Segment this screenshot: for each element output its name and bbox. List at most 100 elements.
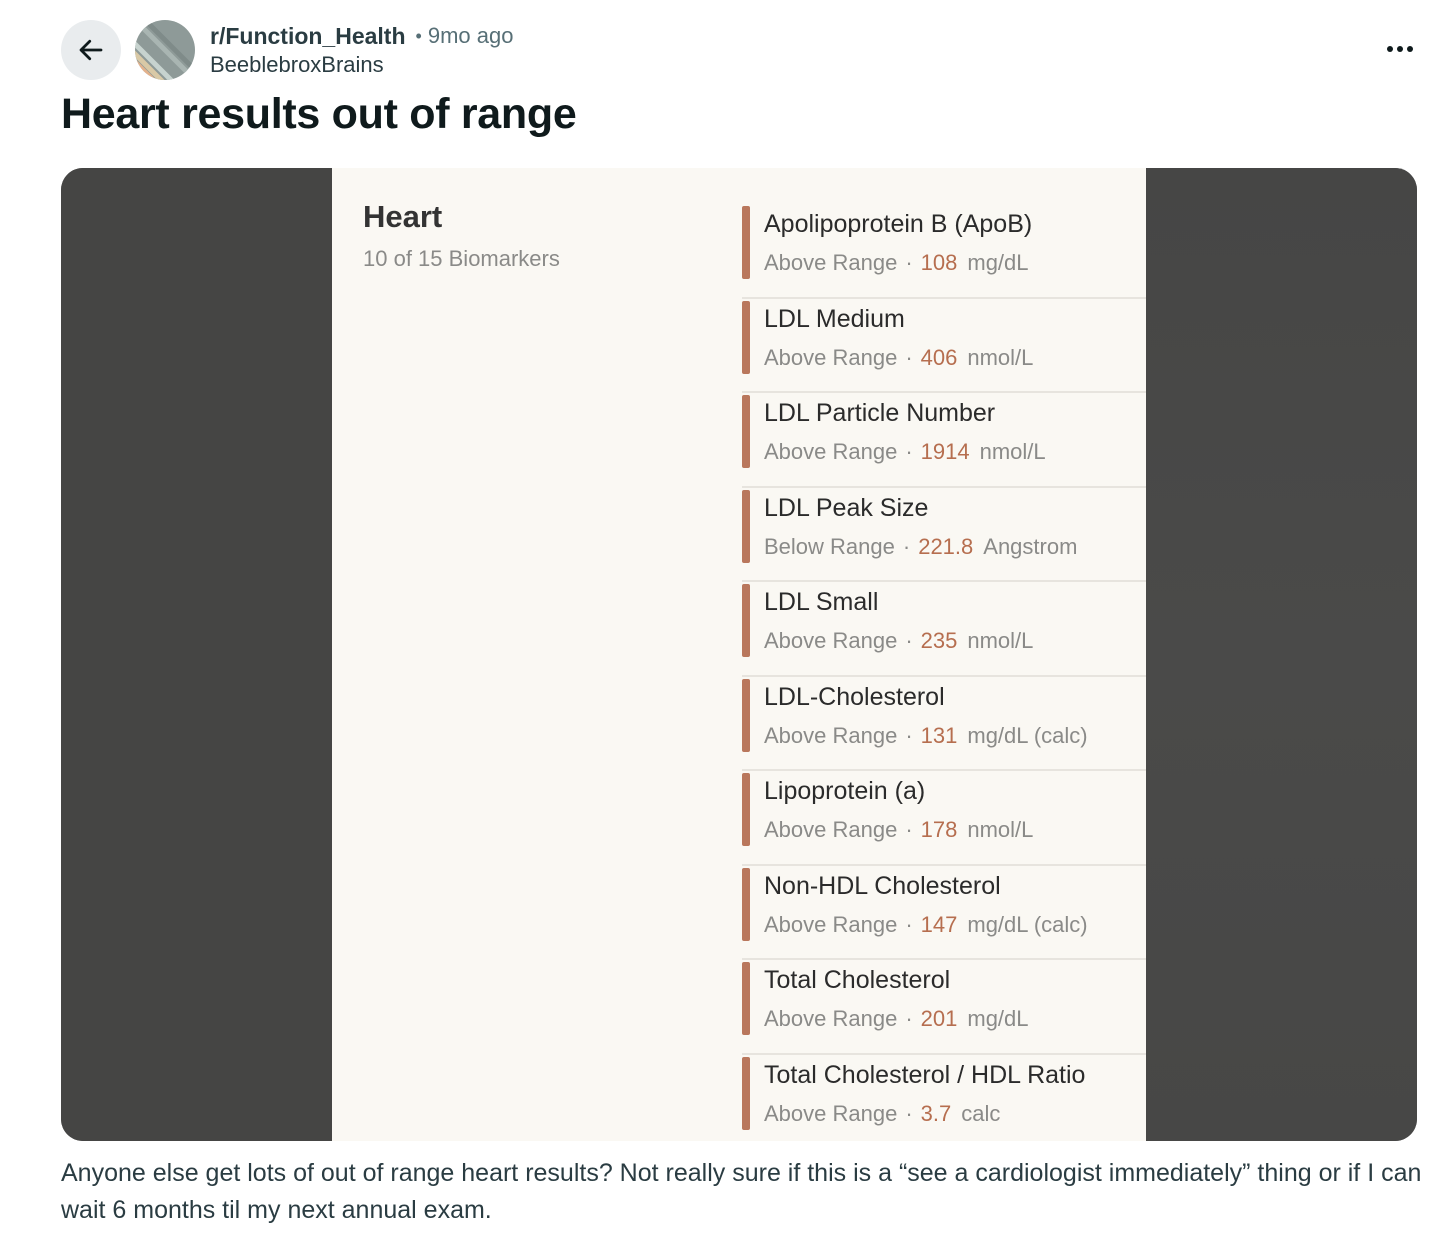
post-body: Anyone else get lots of out of range hea… bbox=[61, 1159, 1422, 1224]
subreddit-link[interactable]: r/Function_Health bbox=[210, 22, 406, 50]
dot-separator: · bbox=[905, 911, 913, 937]
biomarker-status: Above Range bbox=[764, 722, 898, 748]
biomarker-result: Above Range · 201 mg/dL bbox=[764, 1006, 1029, 1032]
status-bar bbox=[742, 489, 750, 563]
dot-separator: · bbox=[905, 439, 913, 464]
biomarker-value: 131 bbox=[920, 722, 958, 748]
biomarker-unit: mg/dL bbox=[967, 1006, 1029, 1031]
biomarker-item: LDL Small Above Range · 235 nmol/L bbox=[742, 582, 1146, 677]
author-link[interactable]: BeeblebroxBrains bbox=[210, 52, 513, 78]
biomarker-unit: nmol/L bbox=[979, 439, 1046, 464]
biomarker-unit: mg/dL bbox=[967, 250, 1029, 275]
back-button[interactable] bbox=[61, 20, 121, 80]
biomarker-result: Above Range · 235 nmol/L bbox=[764, 628, 1033, 654]
image-letterbox-left bbox=[61, 168, 332, 1141]
dot-separator: · bbox=[905, 344, 913, 370]
biomarker-item: LDL-Cholesterol Above Range · 131 mg/dL (ca… bbox=[742, 677, 1146, 771]
dot-separator: · bbox=[905, 722, 913, 748]
biomarker-name: LDL Small bbox=[764, 588, 879, 616]
status-bar bbox=[742, 300, 750, 374]
image-letterbox-right bbox=[1146, 168, 1417, 1141]
biomarker-unit: Angstrom bbox=[983, 533, 1078, 559]
biomarker-item: Total Cholesterol / HDL Ratio Above Rang… bbox=[742, 1055, 1146, 1142]
dot-separator: · bbox=[905, 628, 913, 653]
more-options-button[interactable] bbox=[1380, 34, 1420, 64]
biomarker-result: Above Range · 1914 nmol/L bbox=[764, 439, 1046, 465]
biomarker-status: Above Range bbox=[764, 1006, 898, 1031]
biomarker-item: Non-HDL Cholesterol Above Range · 147 mg/dL… bbox=[742, 866, 1146, 960]
biomarker-name: LDL Medium bbox=[764, 304, 905, 333]
biomarker-status: Above Range bbox=[764, 439, 898, 464]
biomarker-item: LDL Peak Size Below Range · 221.8 Angstrom bbox=[742, 488, 1146, 582]
biomarker-value: 221.8 bbox=[918, 533, 974, 559]
panel-subheading: 10 of 15 Biomarkers bbox=[363, 246, 560, 271]
dot-separator: · bbox=[905, 250, 913, 275]
dot-separator: · bbox=[905, 817, 913, 842]
biomarker-status: Above Range bbox=[764, 911, 898, 937]
dot-separator: · bbox=[905, 1006, 913, 1031]
biomarker-unit: mg/dL (calc) bbox=[967, 911, 1088, 937]
biomarker-status: Above Range bbox=[764, 344, 898, 370]
biomarker-result: Above Range · 3.7 calc bbox=[764, 1101, 1000, 1127]
biomarker-value: 1914 bbox=[920, 439, 970, 464]
biomarker-name: LDL Particle Number bbox=[764, 399, 996, 427]
biomarker-result: Above Range · 147 mg/dL (calc) bbox=[764, 912, 1088, 938]
biomarker-value: 235 bbox=[920, 628, 958, 653]
post-meta: r/Function_Health • 9mo ago BeeblebroxBr… bbox=[210, 22, 513, 78]
biomarker-unit: mg/dL (calc) bbox=[967, 722, 1088, 748]
biomarker-status: Above Range bbox=[764, 628, 898, 653]
post-time: 9mo ago bbox=[427, 23, 514, 48]
status-bar bbox=[742, 206, 750, 279]
status-bar bbox=[742, 962, 750, 1035]
meta-separator: • bbox=[415, 26, 422, 46]
biomarker-unit: nmol/L bbox=[967, 344, 1034, 370]
biomarker-unit: nmol/L bbox=[967, 817, 1034, 842]
subreddit-avatar-image bbox=[135, 20, 195, 80]
biomarker-unit: nmol/L bbox=[967, 628, 1034, 653]
panel-heading: Heart bbox=[363, 199, 443, 234]
biomarker-name: Total Cholesterol bbox=[764, 966, 951, 994]
biomarker-unit: calc bbox=[961, 1100, 1001, 1126]
biomarker-item: Apolipoprotein B (ApoB) Above Range · 108 m… bbox=[742, 204, 1146, 299]
biomarker-result: Above Range · 406 nmol/L bbox=[764, 345, 1033, 371]
status-bar bbox=[742, 678, 750, 752]
post-meta-line: r/Function_Health • 9mo ago bbox=[210, 22, 513, 50]
status-bar bbox=[742, 773, 750, 846]
biomarker-value: 406 bbox=[920, 344, 958, 370]
biomarker-result: Above Range · 178 nmol/L bbox=[764, 817, 1033, 843]
biomarker-value: 147 bbox=[920, 911, 958, 937]
biomarker-item: LDL Particle Number Above Range · 1914 nmol… bbox=[742, 393, 1146, 488]
biomarker-status: Above Range bbox=[764, 1100, 898, 1126]
biomarker-value: 178 bbox=[920, 817, 958, 842]
post-image[interactable]: Heart 10 of 15 Biomarkers Apolipoprotein… bbox=[61, 168, 1417, 1141]
biomarker-list: Apolipoprotein B (ApoB) Above Range · 108 m… bbox=[742, 204, 1146, 1141]
biomarker-panel: Heart 10 of 15 Biomarkers Apolipoprotein… bbox=[332, 168, 1146, 1141]
biomarker-name: Lipoprotein (a) bbox=[764, 777, 926, 805]
biomarker-item: LDL Medium Above Range · 406 nmol/L bbox=[742, 299, 1146, 393]
biomarker-status: Below Range bbox=[764, 533, 895, 559]
status-bar bbox=[742, 584, 750, 657]
biomarker-name: Non-HDL Cholesterol bbox=[764, 871, 1001, 900]
biomarker-result: Above Range · 131 mg/dL (calc) bbox=[764, 723, 1088, 749]
biomarker-value: 201 bbox=[920, 1006, 958, 1031]
status-bar bbox=[742, 867, 750, 941]
status-bar bbox=[742, 395, 750, 468]
status-bar bbox=[742, 1056, 750, 1130]
biomarker-status: Above Range bbox=[764, 817, 898, 842]
subreddit-avatar[interactable] bbox=[135, 20, 195, 80]
post-title: Heart results out of range bbox=[61, 90, 577, 138]
biomarker-item: Lipoprotein (a) Above Range · 178 nmol/L bbox=[742, 771, 1146, 866]
dot-separator: · bbox=[905, 1100, 913, 1126]
more-horizontal-icon bbox=[1387, 46, 1413, 52]
dot-separator: · bbox=[902, 533, 911, 559]
arrow-left-icon bbox=[79, 39, 103, 61]
biomarker-status: Above Range bbox=[764, 250, 898, 275]
biomarker-name: LDL Peak Size bbox=[764, 493, 929, 522]
biomarker-value: 3.7 bbox=[920, 1100, 952, 1126]
biomarker-name: LDL-Cholesterol bbox=[764, 682, 945, 711]
biomarker-item: Total Cholesterol Above Range · 201 mg/dL bbox=[742, 960, 1146, 1055]
biomarker-value: 108 bbox=[920, 250, 958, 275]
biomarker-name: Apolipoprotein B (ApoB) bbox=[764, 210, 1033, 238]
biomarker-result: Below Range · 221.8 Angstrom bbox=[764, 534, 1077, 560]
biomarker-name: Total Cholesterol / HDL Ratio bbox=[764, 1060, 1086, 1089]
